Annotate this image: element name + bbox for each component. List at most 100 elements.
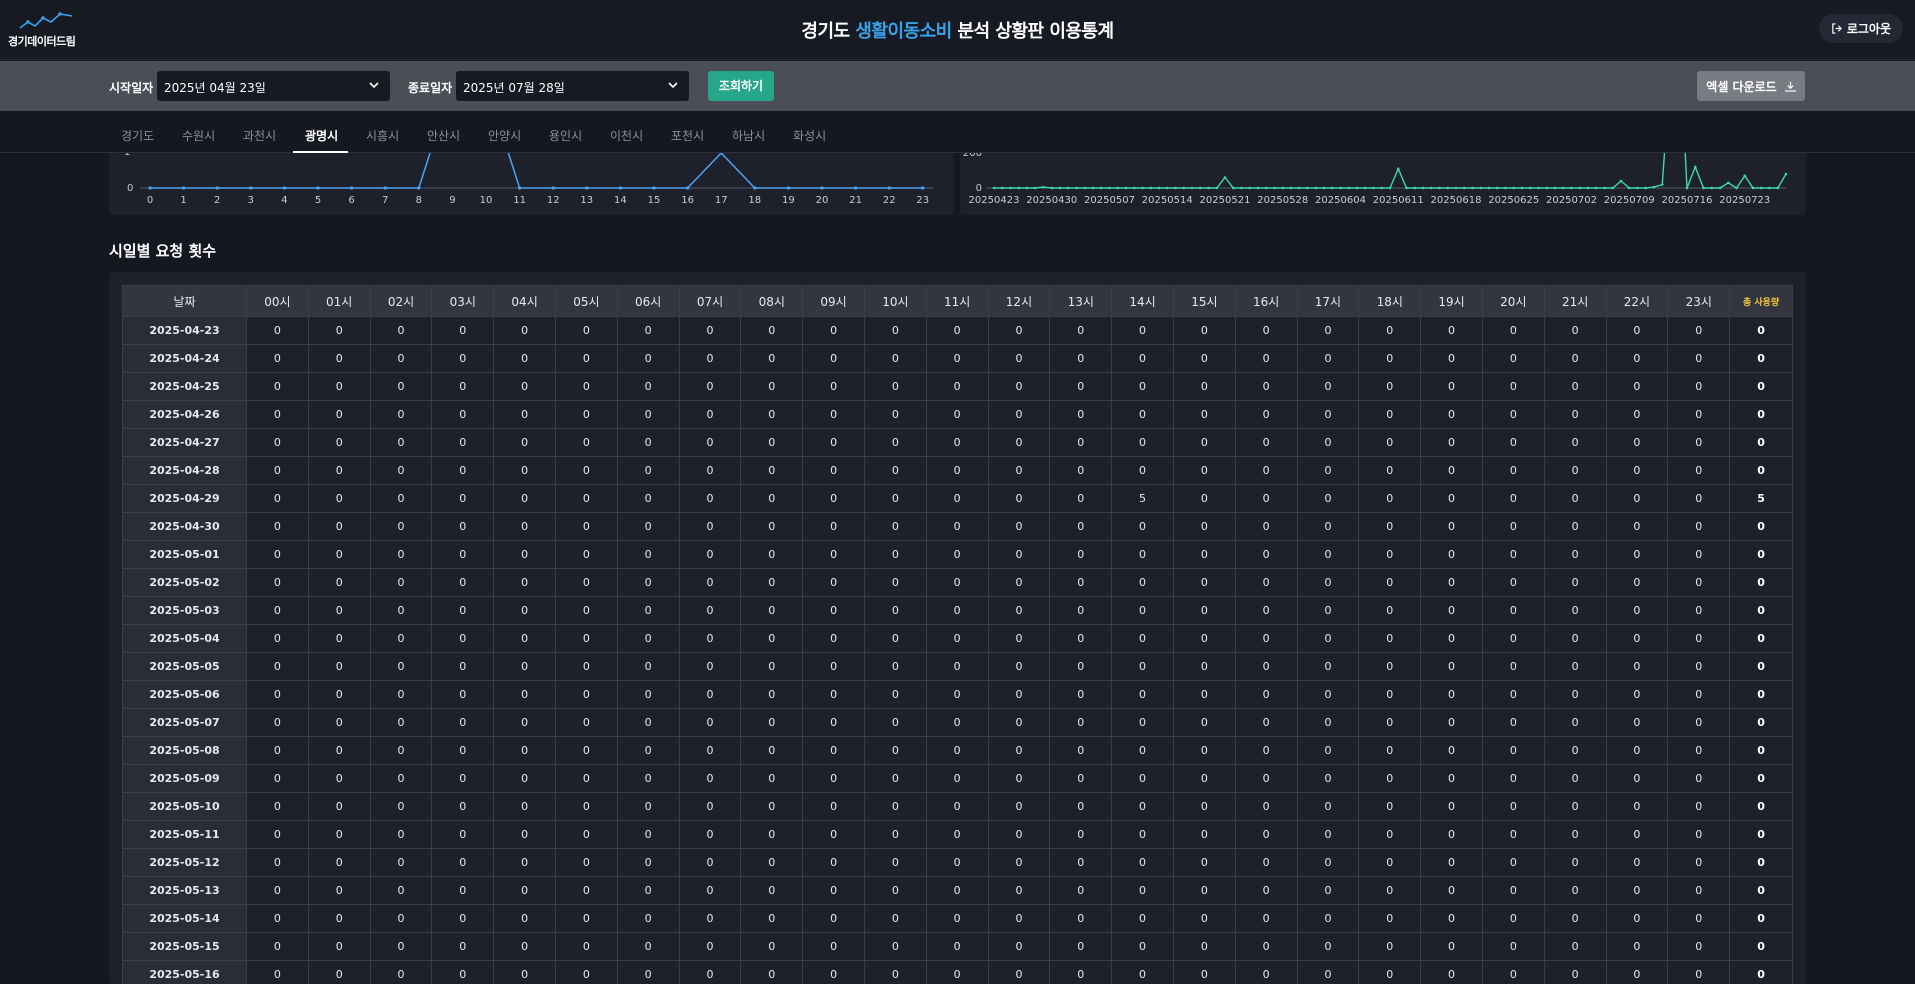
hour-count-cell: 0	[1667, 512, 1731, 541]
hour-count-cell: 0	[1111, 708, 1174, 737]
hour-count-cell: 0	[493, 876, 556, 905]
hour-count-cell: 0	[1481, 820, 1545, 849]
hour-count-cell: 0	[493, 456, 556, 485]
tab-5[interactable]: 안산시	[427, 127, 460, 144]
data-point	[1784, 172, 1788, 176]
data-point	[1735, 186, 1738, 190]
hour-count-cell: 0	[616, 652, 680, 681]
total-cell: 0	[1729, 372, 1794, 401]
tab-10[interactable]: 하남시	[732, 127, 765, 144]
hour-count-cell: 0	[431, 652, 495, 681]
hour-column-header: 18시	[1358, 285, 1422, 317]
data-point	[1256, 186, 1260, 190]
hour-count-cell: 0	[740, 316, 804, 345]
hour-count-cell: 0	[1667, 820, 1731, 849]
hourly-request-table: 날짜 00시 01시 02시 03시 04시 05시 06시 07시 08시 09시 10시 11시 12…	[122, 285, 1794, 984]
hour-count-cell: 0	[1358, 904, 1422, 933]
hour-count-cell: 0	[1605, 736, 1669, 765]
hour-count-cell: 0	[1172, 792, 1236, 821]
hour-count-cell: 0	[307, 848, 371, 877]
tab-3[interactable]: 광명시	[305, 127, 338, 144]
hour-count-cell: 0	[493, 960, 556, 984]
hour-count-cell: 0	[431, 932, 495, 961]
data-point	[1132, 186, 1136, 190]
logout-button[interactable]: 로그아웃	[1818, 14, 1903, 43]
hour-count-cell: 0	[678, 484, 742, 513]
hour-count-cell: 0	[1605, 876, 1669, 905]
data-point	[1182, 186, 1186, 190]
data-point	[551, 186, 555, 190]
tab-2[interactable]: 과천시	[243, 127, 276, 144]
hour-count-cell: 0	[1605, 904, 1669, 933]
hour-count-cell: 0	[1667, 596, 1731, 625]
hour-column-header: 04시	[493, 285, 556, 317]
date-cell: 2025-04-23	[122, 316, 247, 345]
tab-7[interactable]: 용인시	[549, 127, 582, 144]
hour-count-cell: 0	[431, 876, 495, 905]
hour-count-cell: 0	[307, 708, 371, 737]
hour-count-cell: 0	[925, 708, 989, 737]
hour-count-cell: 0	[740, 596, 804, 625]
hour-count-cell: 0	[1234, 904, 1298, 933]
hour-count-cell: 0	[1172, 428, 1236, 457]
date-column-header: 날짜	[122, 285, 247, 317]
total-cell: 5	[1729, 484, 1794, 513]
data-point	[1363, 186, 1367, 190]
hour-count-cell: 0	[1481, 960, 1545, 984]
tab-6[interactable]: 안양시	[488, 127, 521, 144]
data-point	[1586, 186, 1590, 190]
hour-count-cell: 0	[802, 876, 865, 905]
hour-count-cell: 0	[1049, 456, 1113, 485]
hour-count-cell: 0	[554, 344, 618, 373]
x-tick-label: 20250528	[1257, 195, 1308, 206]
hour-count-cell: 0	[246, 876, 309, 905]
data-point	[1281, 186, 1285, 190]
x-tick-label: 23	[916, 195, 929, 206]
hour-count-cell: 0	[925, 820, 989, 849]
hour-count-cell: 0	[863, 344, 927, 373]
daily-line-chart: 0 200 20250423 20250430 20250507 20250514 2025…	[963, 153, 1788, 206]
hour-count-cell: 0	[1358, 848, 1422, 877]
hour-column-header: 17시	[1296, 285, 1360, 317]
start-date-select[interactable]: 2025년 04월 23일	[157, 71, 390, 101]
date-cell: 2025-05-08	[122, 736, 247, 765]
tab-0[interactable]: 경기도	[121, 127, 154, 144]
hour-count-cell: 0	[554, 428, 618, 457]
tab-11[interactable]: 화성시	[793, 127, 826, 144]
hour-count-cell: 0	[1111, 512, 1174, 541]
hour-count-cell: 0	[369, 428, 433, 457]
hour-count-cell: 0	[987, 344, 1051, 373]
hour-count-cell: 0	[863, 540, 927, 569]
hour-count-cell: 0	[1296, 344, 1360, 373]
hour-count-cell: 0	[802, 624, 865, 653]
hour-count-cell: 0	[1111, 848, 1174, 877]
hour-count-cell: 0	[987, 484, 1051, 513]
data-point	[820, 186, 824, 190]
hour-count-cell: 0	[802, 764, 865, 793]
hour-count-cell: 0	[1172, 456, 1236, 485]
hour-count-cell: 0	[1358, 624, 1422, 653]
hour-count-cell: 0	[678, 428, 742, 457]
hour-count-cell: 0	[1543, 932, 1607, 961]
end-date-select[interactable]: 2025년 07월 28일	[456, 71, 689, 101]
hour-count-cell: 0	[616, 960, 680, 984]
hour-count-cell: 0	[1358, 540, 1422, 569]
tab-9[interactable]: 포천시	[671, 127, 704, 144]
hour-count-cell: 0	[1543, 316, 1607, 345]
excel-download-button[interactable]: 엑셀 다운로드	[1697, 71, 1805, 101]
hour-count-cell: 0	[1234, 428, 1298, 457]
data-point	[1545, 186, 1549, 190]
tab-1[interactable]: 수원시	[182, 127, 215, 144]
hour-count-cell: 0	[369, 512, 433, 541]
hour-count-cell: 0	[863, 876, 927, 905]
total-cell: 0	[1729, 708, 1794, 737]
hour-count-cell: 0	[1543, 876, 1607, 905]
tab-4[interactable]: 시흥시	[366, 127, 399, 144]
data-point	[1264, 186, 1268, 190]
search-button[interactable]: 조회하기	[708, 71, 774, 101]
hour-count-cell: 0	[431, 484, 495, 513]
hour-count-cell: 0	[616, 708, 680, 737]
hour-count-cell: 0	[246, 400, 309, 429]
tab-8[interactable]: 이천시	[610, 127, 643, 144]
hour-count-cell: 0	[1481, 372, 1545, 401]
